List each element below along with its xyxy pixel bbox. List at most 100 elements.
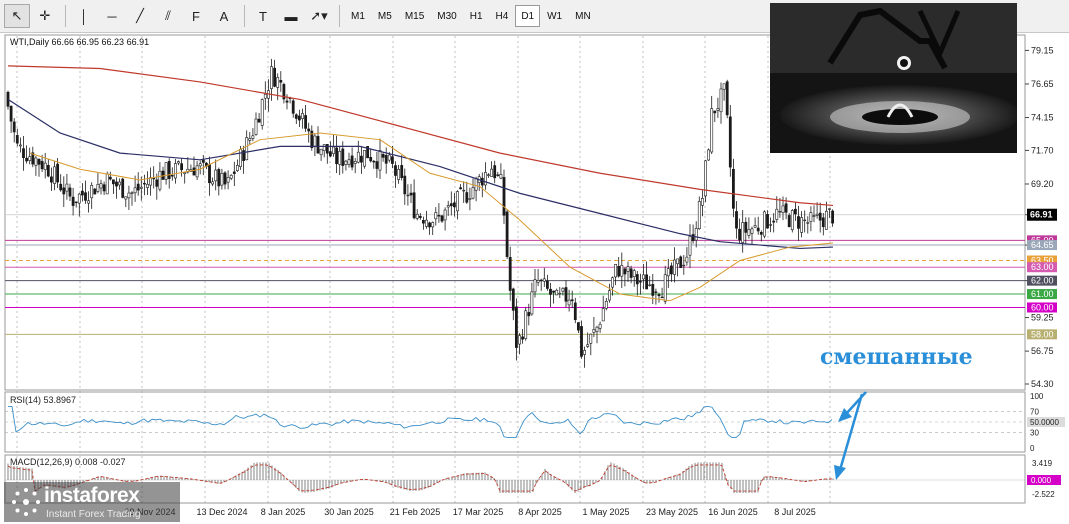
candle-body	[518, 335, 521, 345]
candle-body	[831, 210, 835, 224]
candle-body	[514, 306, 518, 348]
candle-body	[607, 290, 611, 301]
macd-axis-zero: 0.000	[1031, 476, 1052, 485]
candle-body	[335, 147, 339, 165]
candle-body	[471, 187, 475, 199]
candle-body	[511, 288, 515, 311]
candle-body	[778, 210, 782, 213]
candle-body	[180, 163, 184, 171]
cursor-icon[interactable]: ↖	[4, 4, 30, 28]
candle-body	[127, 192, 131, 199]
timeframe-d1[interactable]: D1	[515, 5, 541, 27]
candle-body	[155, 179, 159, 187]
candle-body	[322, 144, 326, 151]
candle-body	[177, 161, 180, 164]
candle-body	[440, 215, 444, 222]
candle-body	[772, 220, 776, 223]
candle-body	[99, 183, 103, 189]
candle-body	[217, 169, 221, 187]
price-level-label: 64.65	[1031, 240, 1054, 250]
rectangle-shape-icon[interactable]: ▬	[278, 4, 304, 28]
candle-body	[589, 333, 593, 344]
candle-body	[251, 135, 255, 139]
candle-body	[359, 155, 363, 163]
candle-body	[803, 219, 807, 222]
candle-body	[406, 194, 410, 197]
candle-body	[828, 208, 831, 210]
candle-body	[130, 192, 134, 194]
candle-body	[387, 154, 391, 161]
timeframe-h1[interactable]: H1	[464, 5, 489, 27]
candle-body	[632, 270, 636, 277]
candle-body	[325, 143, 329, 154]
oil-rig-photo	[770, 3, 1017, 153]
timeframe-mn[interactable]: MN	[569, 5, 597, 27]
candle-body	[499, 174, 503, 179]
rsi-axis-50: 50.0000	[1030, 418, 1059, 427]
timeframe-m1[interactable]: M1	[345, 5, 371, 27]
candle-body	[378, 150, 382, 171]
candle-body	[741, 222, 745, 243]
price-axis-tick: 71.70	[1031, 145, 1054, 155]
date-axis-label: 8 Jan 2025	[261, 507, 306, 517]
candle-body	[573, 302, 577, 320]
candle-body	[456, 191, 459, 212]
price-axis-tick: 59.25	[1031, 313, 1054, 323]
timeframe-w1[interactable]: W1	[541, 5, 568, 27]
candle-body	[561, 288, 565, 292]
toolbar-separator	[244, 5, 245, 27]
text-label-icon[interactable]: T	[250, 4, 276, 28]
candle-body	[539, 279, 543, 282]
candle-body	[713, 110, 717, 114]
candle-body	[626, 266, 630, 272]
candle-body	[611, 277, 614, 288]
instaforex-logo: instaforex Instant Forex Trading	[4, 482, 180, 522]
candle-body	[490, 168, 494, 177]
candle-body	[397, 168, 401, 180]
candle-body	[62, 187, 66, 195]
logo-tagline: Instant Forex Trading	[46, 509, 141, 520]
candle-body	[90, 185, 94, 199]
rsi-axis-30: 30	[1030, 428, 1039, 437]
timeframe-m5[interactable]: M5	[372, 5, 398, 27]
candle-body	[356, 151, 360, 163]
vertical-line-icon[interactable]: │	[71, 4, 97, 28]
candle-body	[685, 256, 689, 263]
candle-body	[642, 274, 645, 280]
candle-body	[115, 181, 118, 187]
candle-body	[806, 222, 810, 224]
candle-body	[524, 310, 528, 339]
price-level-label: 61.00	[1031, 289, 1054, 299]
candle-body	[648, 284, 652, 287]
candle-body	[307, 128, 311, 132]
candle-body	[493, 165, 497, 179]
candle-body	[118, 181, 122, 186]
candle-body	[143, 182, 146, 185]
candle-body	[49, 176, 53, 183]
candle-body	[750, 228, 754, 234]
candle-body	[390, 156, 394, 164]
arrow-icon[interactable]: ➚▾	[306, 4, 332, 28]
crosshair-icon[interactable]: ✛	[32, 4, 58, 28]
date-axis-label: 17 Mar 2025	[453, 507, 504, 517]
candle-body	[260, 99, 264, 126]
candle-body	[68, 187, 72, 197]
candle-body	[815, 213, 819, 216]
candle-body	[214, 169, 218, 182]
annotation-label: смешанные	[820, 344, 973, 370]
timeframe-m15[interactable]: M15	[399, 5, 430, 27]
candle-body	[719, 88, 723, 113]
trendline-icon[interactable]: ╱	[127, 4, 153, 28]
candle-body	[691, 234, 695, 242]
text-icon[interactable]: A	[211, 4, 237, 28]
candle-body	[384, 154, 388, 164]
candle-body	[276, 77, 280, 88]
candle-body	[567, 299, 571, 306]
fibonacci-icon[interactable]: F	[183, 4, 209, 28]
timeframe-h4[interactable]: H4	[490, 5, 515, 27]
candle-body	[124, 196, 128, 200]
horizontal-line-icon[interactable]: ─	[99, 4, 125, 28]
timeframe-m30[interactable]: M30	[431, 5, 462, 27]
trading-terminal: ↖ ✛ │ ─ ╱ ⫽ F A T ▬ ➚▾ M1 M5 M15 M30 H1 H4 D1 W1 MN WTI,Da…	[0, 0, 1069, 524]
equidistant-channel-icon[interactable]: ⫽	[155, 4, 181, 28]
